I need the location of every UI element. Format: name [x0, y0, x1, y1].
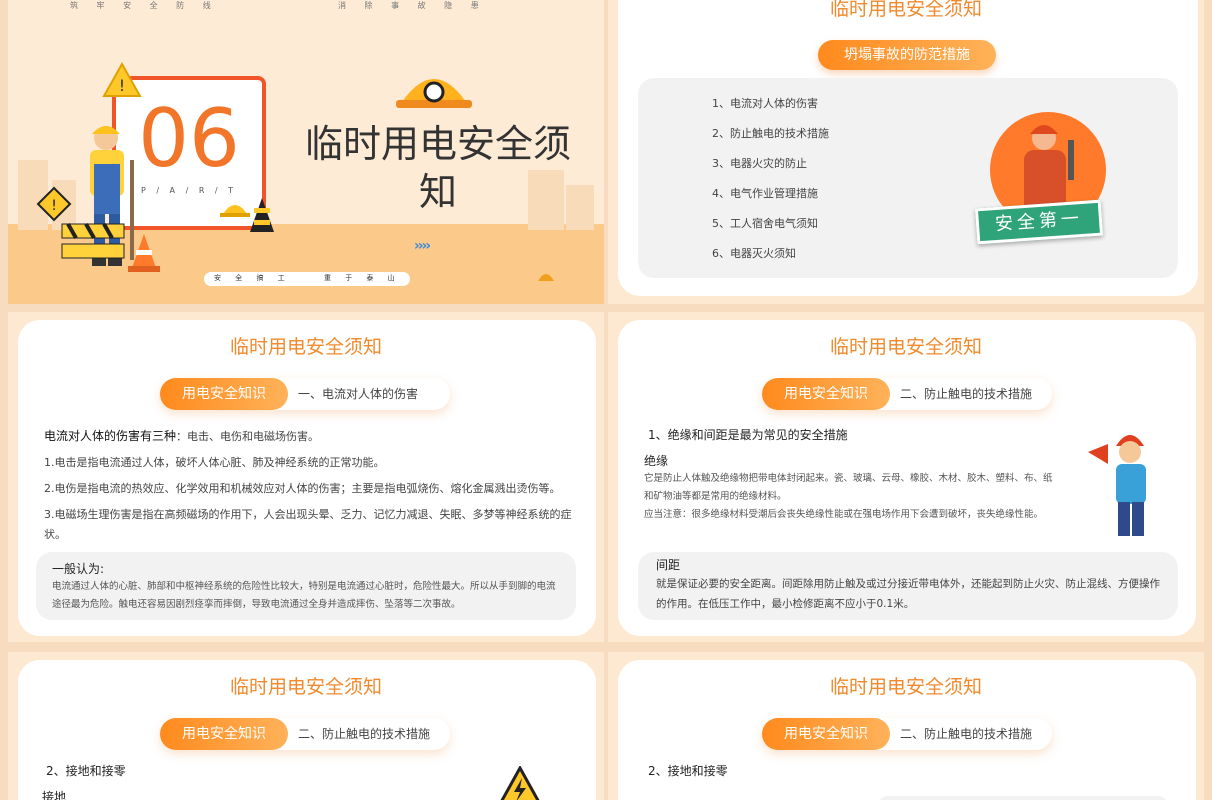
slide-5-pill-row: 用电安全知识 二、防止触电的技术措施: [160, 718, 450, 750]
slide-3-current-harm[interactable]: 临时用电安全须知 用电安全知识 一、电流对人体的伤害 电流对人体的伤害有三种：电…: [8, 312, 604, 642]
slide-4-insulation[interactable]: 临时用电安全须知 用电安全知识 二、防止触电的技术措施 1、绝缘和间距是最为常见…: [608, 312, 1204, 642]
lead-rest: ：电击、电伤和电磁场伤害。: [176, 430, 320, 443]
agenda-item[interactable]: 5、工人宿舍电气须知: [712, 214, 829, 244]
slide-5-title: 临时用电安全须知: [229, 676, 382, 698]
safety-knowledge-pill[interactable]: 用电安全知识: [160, 718, 288, 750]
paragraph-1: 1.电击是指电流通过人体，破坏人体心脏、肺及神经系统的正常功能。: [44, 456, 385, 469]
safety-knowledge-pill[interactable]: 用电安全知识: [762, 378, 890, 410]
worker-megaphone-illustration: [1088, 435, 1146, 536]
slide-2-agenda[interactable]: 临时用电安全须知 坍塌事故的防范措施 1、电流对人体的伤害 2、防止触电的技术措…: [608, 0, 1204, 304]
agenda-item[interactable]: 6、电器灭火须知: [712, 244, 829, 274]
slide-3-title: 临时用电安全须知: [229, 336, 382, 358]
grounding-subheading: 接地: [42, 790, 67, 800]
barrier-icon: [61, 223, 125, 259]
slide-6-box: [878, 796, 1168, 800]
distance-text: 就是保证必要的安全距离。间距除用防止触及或过分接近带电体外，还能起到防止火灾、防…: [656, 578, 1160, 610]
slide-6-heading: 2、接地和接零: [648, 764, 728, 778]
warning-sign-icon: !: [102, 62, 142, 97]
agenda-item[interactable]: 2、防止触电的技术措施: [712, 124, 829, 154]
chevrons-icon: ››››: [414, 238, 431, 254]
distance-subheading: 间距: [656, 558, 681, 572]
svg-text:!: !: [119, 76, 125, 95]
bottom-left-slogan: 安 全 搞 工: [214, 274, 291, 282]
svg-text:!: !: [51, 198, 57, 214]
slide-6-title: 临时用电安全须知: [829, 676, 982, 698]
slide-2-title: 临时用电安全须知: [829, 0, 982, 20]
paragraph-3: 3.电磁场生理伤害是指在高频磁场的作用下，人会出现头晕、乏力、记忆力减退、失眠、…: [44, 508, 572, 541]
agenda-item[interactable]: 3、电器火灾的防止: [712, 154, 829, 184]
section-subtitle: 二、防止触电的技术措施: [900, 387, 1033, 401]
slide-5-heading: 2、接地和接零: [46, 764, 126, 778]
slide-1-cover[interactable]: 筑 牢 安 全 防 线 消 除 事 故 隐 患 06 P / A / R / T…: [8, 0, 604, 304]
lead-bold: 电流对人体的伤害有三种: [44, 429, 177, 443]
top-right-slogan: 消 除 事 故 隐 患: [338, 1, 487, 10]
slide-3-pill-row: 用电安全知识 一、电流对人体的伤害: [160, 378, 450, 410]
insulation-text: 它是防止人体触及绝缘物把带电体封闭起来。瓷、玻璃、云母、橡胶、木材、胶木、塑料、…: [644, 473, 1053, 502]
slide-3-body: 电流对人体的伤害有三种：电击、电伤和电磁场伤害。 1.电击是指电流通过人体，破坏…: [44, 426, 580, 545]
slide-2-pill[interactable]: 坍塌事故的防范措施: [818, 40, 996, 70]
section-subtitle: 二、防止触电的技术措施: [900, 727, 1033, 741]
safety-knowledge-pill[interactable]: 用电安全知识: [762, 718, 890, 750]
agenda-list: 1、电流对人体的伤害 2、防止触电的技术措施 3、电器火灾的防止 4、电气作业管…: [712, 94, 829, 274]
top-left-slogan: 筑 牢 安 全 防 线: [70, 1, 219, 10]
insulation-subheading: 绝缘: [644, 454, 669, 468]
agenda-item[interactable]: 1、电流对人体的伤害: [712, 94, 829, 124]
insulation-note: 应当注意：很多绝缘材料受潮后会丧失绝缘性能或在强电场作用下会遭到破坏，丧失绝缘性…: [644, 509, 1044, 520]
section-subtitle: 二、防止触电的技术措施: [298, 727, 431, 741]
section-subtitle: 一、电流对人体的伤害: [298, 387, 419, 401]
slide-4-title: 临时用电安全须知: [829, 336, 982, 358]
hard-hat-icon: [396, 79, 472, 108]
cover-title: 临时用电安全须知: [304, 122, 571, 214]
slide-grid: 筑 牢 安 全 防 线 消 除 事 故 隐 患 06 P / A / R / T…: [0, 0, 1212, 800]
slide-6-grounding[interactable]: 临时用电安全须知 用电安全知识 二、防止触电的技术措施 2、接地和接零: [608, 652, 1204, 800]
general-note-title: 一般认为:: [52, 562, 105, 576]
slide-4-heading: 1、绝缘和间距是最为常见的安全措施: [648, 428, 848, 442]
traffic-cone-small-icon: [250, 198, 274, 232]
slide-4-pill-row: 用电安全知识 二、防止触电的技术措施: [762, 378, 1052, 410]
general-note-text: 电流通过人体的心脏、肺部和中枢神经系统的危险性比较大，特别是电流通过心脏时，危险…: [52, 581, 556, 610]
slide-6-pill-row: 用电安全知识 二、防止触电的技术措施: [762, 718, 1052, 750]
electric-warning-icon: [500, 766, 540, 800]
safety-first-label: 安全第一: [994, 207, 1084, 236]
hard-hat-mini-icon: [538, 274, 554, 281]
bottom-right-slogan: 重 于 泰 山: [324, 274, 401, 282]
paragraph-2: 2.电伤是指电流的热效应、化学效用和机械效应对人体的伤害；主要是指电弧烧伤、熔化…: [44, 482, 561, 495]
caution-diamond-icon: !: [36, 186, 72, 222]
agenda-item[interactable]: 4、电气作业管理措施: [712, 184, 829, 214]
safety-knowledge-pill[interactable]: 用电安全知识: [160, 378, 288, 410]
slide-5-grounding[interactable]: 临时用电安全须知 用电安全知识 二、防止触电的技术措施 2、接地和接零 接地: [8, 652, 604, 800]
hard-hat-small-icon: [220, 205, 250, 217]
traffic-cone-icon: [128, 234, 160, 272]
